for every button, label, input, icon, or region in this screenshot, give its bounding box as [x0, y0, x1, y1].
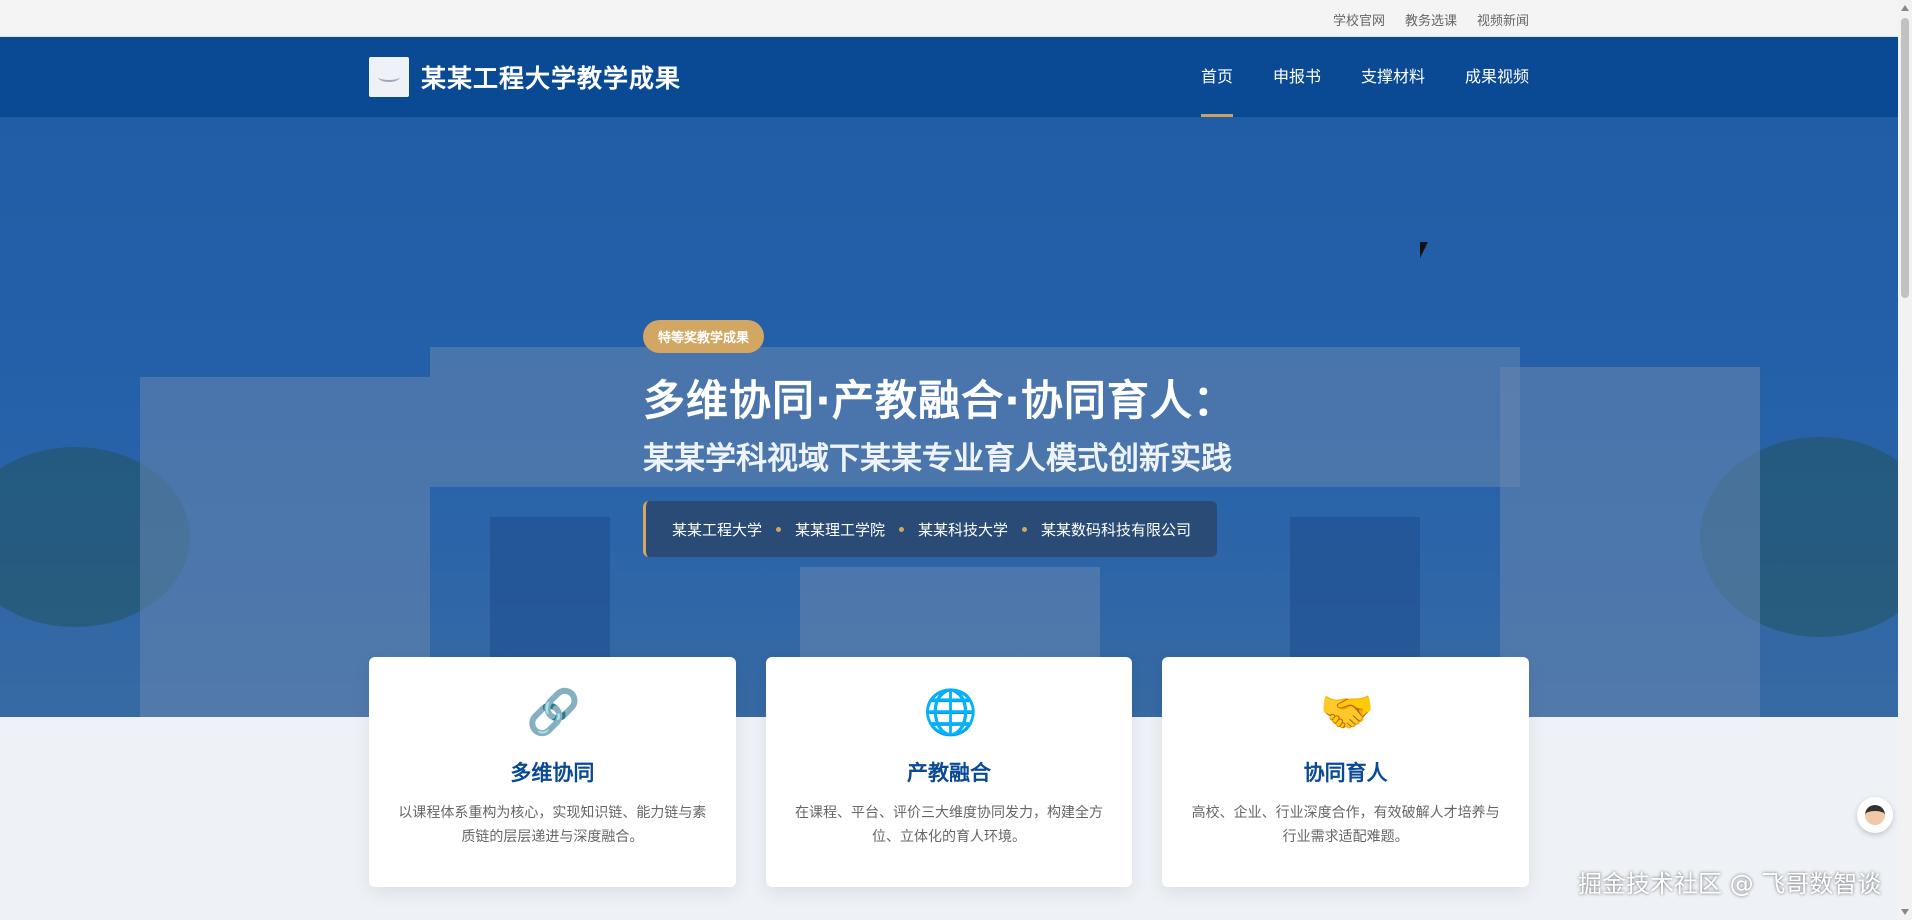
partner-item: 某某工程大学	[672, 520, 763, 539]
site-title: 某某工程大学教学成果	[421, 64, 682, 93]
assistant-avatar[interactable]	[1857, 797, 1893, 833]
nav-videos[interactable]: 成果视频	[1465, 37, 1529, 117]
watermark: 掘金技术社区 @ 飞哥数智谈	[1578, 870, 1882, 898]
nav-application[interactable]: 申报书	[1273, 37, 1321, 117]
partner-item: 某某科技大学	[918, 520, 1009, 539]
utility-bar: 学校官网 教务选课 视频新闻	[0, 0, 1898, 37]
feature-card-collaborative[interactable]: 🤝 协同育人 高校、企业、行业深度合作，有效破解人才培养与行业需求适配难题。	[1162, 657, 1530, 887]
mouse-cursor-icon	[1420, 242, 1428, 258]
scroll-up-icon[interactable]	[1901, 5, 1909, 11]
card-description: 以课程体系重构为核心，实现知识链、能力链与素质链的层层递进与深度融合。	[398, 805, 707, 845]
partner-list: 某某工程大学 某某理工学院 某某科技大学 某某数码科技有限公司	[643, 501, 1218, 557]
award-badge: 特等奖教学成果	[643, 320, 765, 353]
partner-item: 某某理工学院	[795, 520, 886, 539]
vertical-scrollbar[interactable]	[1898, 0, 1912, 920]
link-icon: 🔗	[526, 687, 582, 738]
feature-card-industry-education[interactable]: 🌐 产教融合 在课程、平台、评价三大维度协同发力，构建全方位、立体化的育人环境。	[765, 657, 1133, 887]
hero-title: 多维协同·产教融合·协同育人：	[643, 376, 1236, 425]
feature-cards: 🔗 多维协同 以课程体系重构为核心，实现知识链、能力链与素质链的层层递进与深度融…	[369, 657, 1530, 887]
logo-icon	[369, 57, 409, 97]
feature-card-multidimensional[interactable]: 🔗 多维协同 以课程体系重构为核心，实现知识链、能力链与素质链的层层递进与深度融…	[369, 657, 736, 887]
link-course-selection[interactable]: 教务选课	[1405, 10, 1457, 29]
globe-icon: 🌐	[923, 687, 978, 738]
scroll-down-icon[interactable]	[1901, 909, 1909, 915]
link-school-site[interactable]: 学校官网	[1333, 10, 1385, 29]
separator-dot-icon	[1022, 526, 1028, 532]
separator-dot-icon	[899, 526, 905, 532]
card-title: 协同育人	[1303, 761, 1388, 785]
link-video-news[interactable]: 视频新闻	[1477, 10, 1529, 29]
card-description: 在课程、平台、评价三大维度协同发力，构建全方位、立体化的育人环境。	[795, 805, 1103, 845]
nav-materials[interactable]: 支撑材料	[1361, 37, 1425, 117]
utility-links: 学校官网 教务选课 视频新闻	[1333, 10, 1529, 29]
scrollbar-thumb[interactable]	[1901, 18, 1909, 298]
card-title: 多维协同	[510, 761, 595, 785]
partner-item: 某某数码科技有限公司	[1041, 520, 1192, 539]
main-nav: 首页 申报书 支撑材料 成果视频	[1200, 37, 1529, 117]
brand[interactable]: 某某工程大学教学成果	[369, 57, 681, 97]
hero-subtitle: 某某学科视域下某某专业育人模式创新实践	[643, 441, 1232, 477]
avatar-face-icon	[1865, 805, 1885, 825]
card-title: 产教融合	[907, 761, 991, 785]
handshake-icon: 🤝	[1319, 687, 1375, 738]
site-header: 某某工程大学教学成果 首页 申报书 支撑材料 成果视频	[0, 37, 1898, 117]
hero-content: 特等奖教学成果 多维协同·产教融合·协同育人： 某某学科视域下某某专业育人模式创…	[643, 320, 1343, 557]
hero-banner: 特等奖教学成果 多维协同·产教融合·协同育人： 某某学科视域下某某专业育人模式创…	[0, 117, 1898, 717]
nav-home[interactable]: 首页	[1200, 37, 1233, 117]
card-description: 高校、企业、行业深度合作，有效破解人才培养与行业需求适配难题。	[1191, 805, 1500, 845]
separator-dot-icon	[776, 526, 782, 532]
